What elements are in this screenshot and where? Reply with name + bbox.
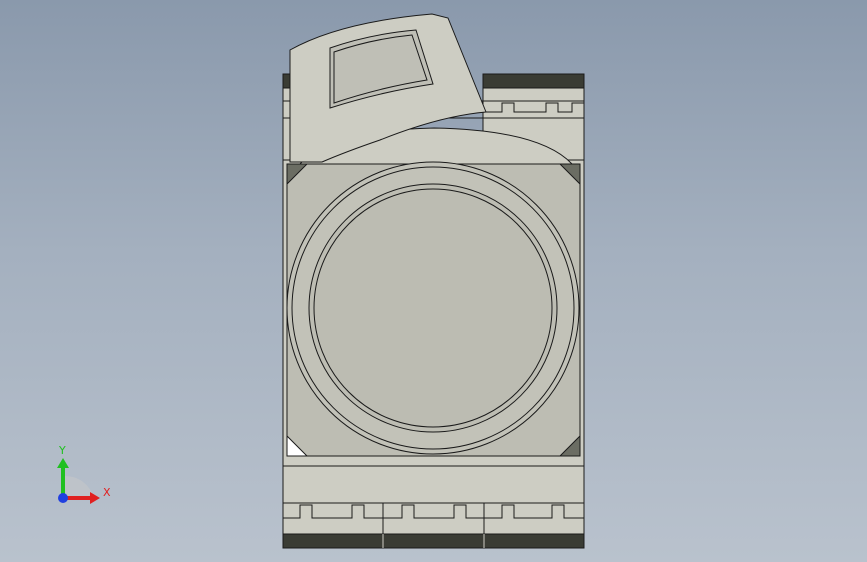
y-axis-label: Y [58,444,66,457]
x-axis-label: X [103,486,111,499]
y-axis-arrow [57,458,69,468]
top-dark-band-right [482,73,585,89]
orientation-triad[interactable]: Y X [57,444,111,504]
x-axis-arrow [90,492,100,504]
cad-viewport[interactable]: Y X [0,0,867,562]
part-model[interactable] [282,13,585,549]
bottom-flange [282,465,585,537]
z-axis-dot [58,493,68,503]
inner-disc [313,188,553,428]
triad-rotation-arc [64,475,94,498]
bottom-dark-band [282,533,585,549]
